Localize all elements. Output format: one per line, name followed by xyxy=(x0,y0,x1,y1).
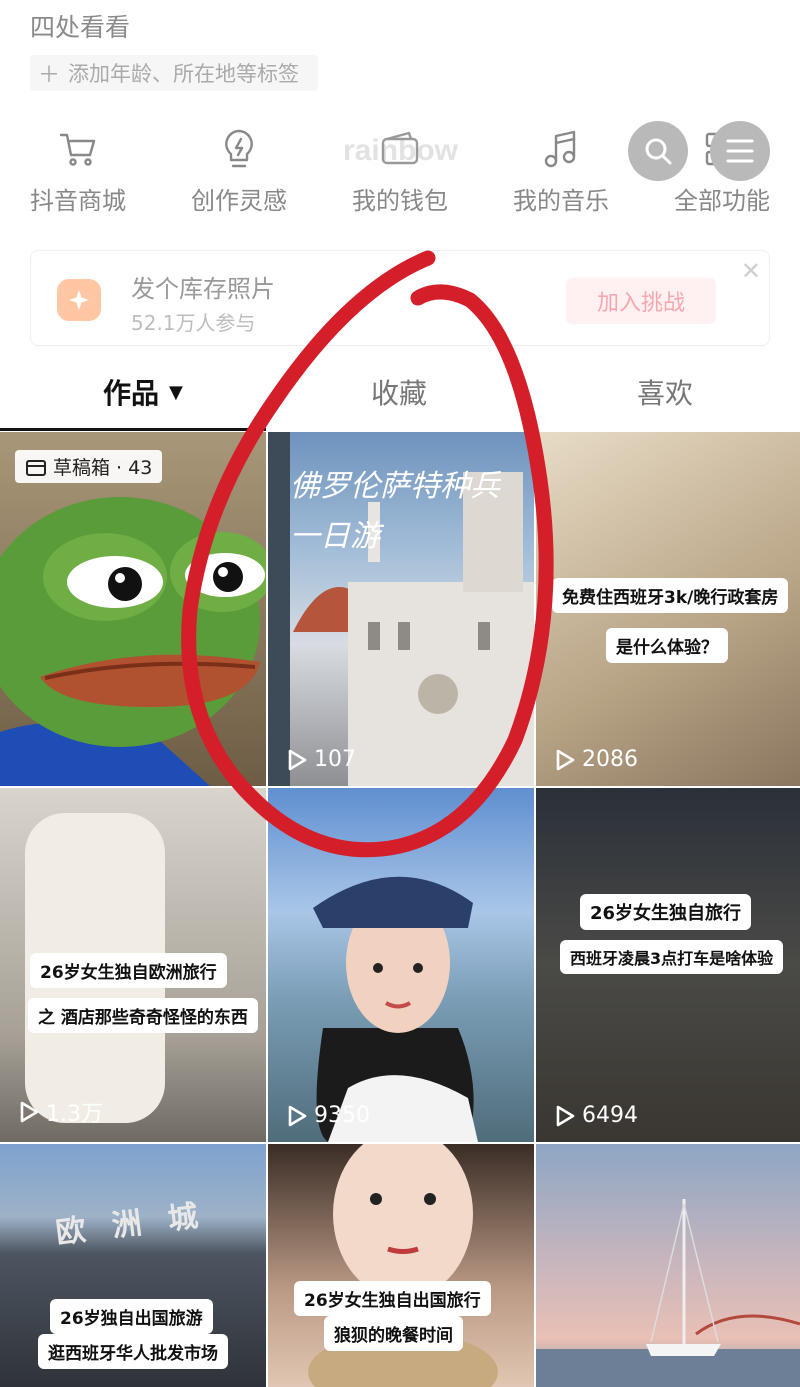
tab-likes[interactable]: 喜欢 xyxy=(637,372,693,412)
banner-subtitle: 52.1万人参与 xyxy=(131,311,256,335)
join-challenge-button[interactable]: 加入挑战 xyxy=(566,278,716,324)
video-caption: 狼狈的晚餐时间 xyxy=(324,1316,463,1351)
play-icon xyxy=(288,749,307,770)
search-icon xyxy=(645,138,672,165)
draft-count: 草稿箱 · 43 xyxy=(53,457,153,479)
building-sign: 欧 洲 城 xyxy=(53,1197,208,1252)
add-tags-label: 添加年龄、所在地等标签 xyxy=(68,62,300,86)
frog-meme-image xyxy=(0,497,266,786)
menu-icon xyxy=(726,139,754,163)
video-caption: 西班牙凌晨3点打车是啥体验 xyxy=(560,940,784,974)
video-tile-suite[interactable]: 免费住西班牙3k/晚行政套房 是什么体验？ 2086 xyxy=(536,432,800,786)
challenge-banner[interactable]: 发个库存照片 52.1万人参与 加入挑战 ✕ xyxy=(30,250,770,346)
video-caption: 免费住西班牙3k/晚行政套房 xyxy=(552,578,789,613)
video-tile-florence[interactable]: 佛罗伦萨特种兵一日游 107 xyxy=(268,432,534,786)
shortcut-shop[interactable]: 抖音商城 xyxy=(0,125,158,216)
add-tags-button[interactable]: ＋ 添加年龄、所在地等标签 xyxy=(30,55,318,91)
video-tile-taxi[interactable]: 26岁女生独自旅行 西班牙凌晨3点打车是啥体验 6494 xyxy=(536,788,800,1142)
video-caption: 26岁独自出国旅游 xyxy=(50,1299,213,1334)
profile-hint-text: 四处看看 xyxy=(30,13,131,42)
selfie-image xyxy=(313,876,478,1142)
play-count: 1.3万 xyxy=(18,1096,103,1128)
play-icon xyxy=(556,1105,575,1126)
shortcut-wallet[interactable]: 我的钱包 xyxy=(320,125,480,216)
lightbulb-icon xyxy=(159,125,319,173)
video-caption: 之 酒店那些奇奇怪怪的东西 xyxy=(28,998,258,1033)
play-count: 2086 xyxy=(554,747,638,772)
video-caption: 26岁女生独自出国旅行 xyxy=(294,1281,491,1316)
play-count: 107 xyxy=(286,747,356,772)
tab-favorites[interactable]: 收藏 xyxy=(371,372,427,412)
video-tile-hotel[interactable]: 26岁女生独自欧洲旅行 之 酒店那些奇奇怪怪的东西 1.3万 xyxy=(0,788,266,1142)
video-caption: 26岁女生独自欧洲旅行 xyxy=(30,953,227,988)
shortcut-label: 我的钱包 xyxy=(352,187,448,215)
video-caption: 是什么体验？ xyxy=(606,628,728,663)
video-tile-dinner[interactable]: 26岁女生独自出国旅行 狼狈的晚餐时间 xyxy=(268,1144,534,1387)
video-tile-sailboat[interactable] xyxy=(536,1144,800,1387)
music-note-icon xyxy=(481,125,641,173)
draft-box-icon xyxy=(26,459,46,476)
banner-title: 发个库存照片 xyxy=(131,275,275,303)
video-tile-market[interactable]: 欧 洲 城 26岁独自出国旅游 逛西班牙华人批发市场 xyxy=(0,1144,266,1387)
tab-label: 作品 xyxy=(103,377,160,410)
cart-icon xyxy=(0,125,158,173)
play-count: 6494 xyxy=(554,1103,638,1128)
play-icon xyxy=(556,749,575,770)
plus-icon: ＋ xyxy=(38,63,61,88)
play-icon xyxy=(288,1105,307,1126)
video-caption: 逛西班牙华人批发市场 xyxy=(38,1334,228,1369)
shortcut-label: 全部功能 xyxy=(674,187,770,215)
sparkle-icon xyxy=(57,279,101,321)
sailboat-image xyxy=(536,1199,800,1387)
wallet-icon xyxy=(320,125,480,173)
search-button[interactable] xyxy=(628,121,688,181)
active-tab-indicator xyxy=(0,428,266,431)
video-caption: 26岁女生独自旅行 xyxy=(580,894,752,930)
video-tile-venice[interactable]: 9350 xyxy=(268,788,534,1142)
play-count: 9350 xyxy=(286,1103,370,1128)
caret-down-icon: ▼ xyxy=(169,381,183,403)
play-icon xyxy=(20,1101,39,1123)
menu-button[interactable] xyxy=(710,121,770,181)
close-icon[interactable]: ✕ xyxy=(741,257,761,285)
video-title-overlay: 佛罗伦萨特种兵一日游 xyxy=(290,469,500,554)
shortcut-music[interactable]: 我的音乐 xyxy=(481,125,641,216)
shortcut-inspiration[interactable]: 创作灵感 xyxy=(159,125,319,216)
shortcut-label: 抖音商城 xyxy=(30,187,126,215)
video-tile-draft[interactable]: 草稿箱 · 43 xyxy=(0,432,266,786)
draft-badge: 草稿箱 · 43 xyxy=(15,450,163,483)
shortcut-label: 创作灵感 xyxy=(191,187,287,215)
shortcut-label: 我的音乐 xyxy=(513,187,609,215)
tab-works[interactable]: 作品 ▼ xyxy=(103,372,183,412)
